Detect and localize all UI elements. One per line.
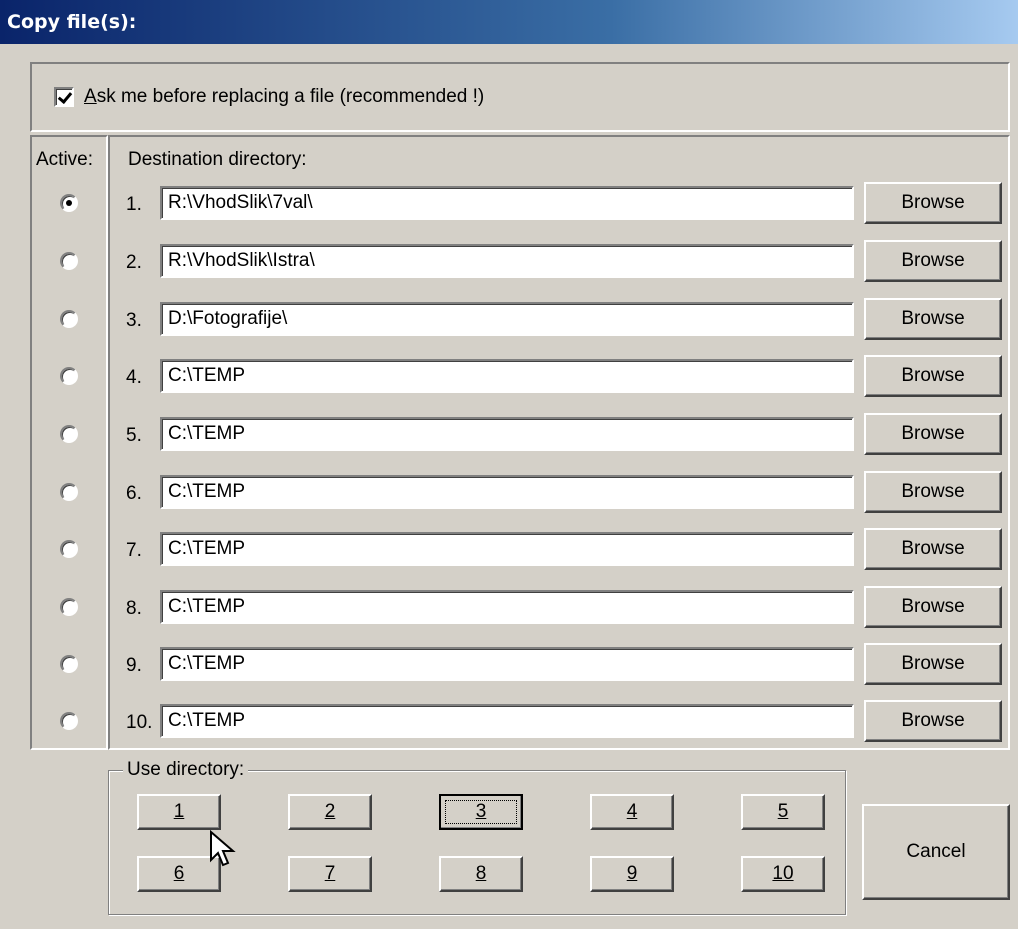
active-radio-2[interactable]: [60, 252, 78, 270]
active-radio-7[interactable]: [60, 540, 78, 558]
ask-before-replace-checkbox[interactable]: [54, 87, 74, 107]
options-panel: Ask me before replacing a file (recommen…: [30, 62, 1010, 132]
row-number: 1.: [126, 194, 142, 215]
destination-path-input-6[interactable]: C:\TEMP: [160, 475, 854, 509]
active-radio-1[interactable]: [60, 194, 78, 212]
destination-header: Destination directory:: [128, 149, 307, 170]
use-directory-button-7[interactable]: 7: [288, 856, 372, 892]
destination-path-input-8[interactable]: C:\TEMP: [160, 590, 854, 624]
browse-button-4[interactable]: Browse: [864, 355, 1002, 397]
cancel-button[interactable]: Cancel: [862, 804, 1010, 900]
window-title: Copy file(s):: [7, 11, 137, 33]
use-directory-button-label: 1: [173, 801, 185, 822]
use-directory-button-10[interactable]: 10: [741, 856, 825, 892]
active-radio-10[interactable]: [60, 712, 78, 730]
destination-path-input-5[interactable]: C:\TEMP: [160, 417, 854, 451]
use-directory-button-label: 9: [626, 863, 638, 884]
use-directory-button-4[interactable]: 4: [590, 794, 674, 830]
destination-path-input-4[interactable]: C:\TEMP: [160, 359, 854, 393]
use-directory-button-label: 10: [772, 863, 794, 884]
destination-path-input-1[interactable]: R:\VhodSlik\7val\: [160, 186, 854, 220]
use-directory-button-3[interactable]: 3: [439, 794, 523, 830]
browse-button-9[interactable]: Browse: [864, 643, 1002, 685]
use-directory-button-9[interactable]: 9: [590, 856, 674, 892]
use-directory-button-label: 8: [475, 863, 487, 884]
use-directory-button-label: 6: [173, 863, 185, 884]
browse-button-5[interactable]: Browse: [864, 413, 1002, 455]
use-directory-button-2[interactable]: 2: [288, 794, 372, 830]
use-directory-button-8[interactable]: 8: [439, 856, 523, 892]
ask-before-replace-row[interactable]: Ask me before replacing a file (recommen…: [54, 86, 484, 108]
browse-button-10[interactable]: Browse: [864, 700, 1002, 742]
active-radio-4[interactable]: [60, 367, 78, 385]
destination-path-input-2[interactable]: R:\VhodSlik\Istra\: [160, 244, 854, 278]
active-header: Active:: [36, 149, 94, 170]
destination-path-input-10[interactable]: C:\TEMP: [160, 704, 854, 738]
row-number: 7.: [126, 540, 142, 561]
destination-path-input-9[interactable]: C:\TEMP: [160, 647, 854, 681]
active-radio-9[interactable]: [60, 655, 78, 673]
use-directory-button-label: 4: [626, 801, 638, 822]
row-number: 6.: [126, 483, 142, 504]
destination-path-input-7[interactable]: C:\TEMP: [160, 532, 854, 566]
row-number: 2.: [126, 252, 142, 273]
row-number: 10.: [126, 712, 153, 733]
use-directory-button-label: 5: [777, 801, 789, 822]
active-column: Active:: [30, 135, 108, 750]
browse-button-2[interactable]: Browse: [864, 240, 1002, 282]
active-radio-3[interactable]: [60, 310, 78, 328]
browse-button-7[interactable]: Browse: [864, 528, 1002, 570]
browse-button-8[interactable]: Browse: [864, 586, 1002, 628]
use-directory-button-label: 2: [324, 801, 336, 822]
title-bar: Copy file(s):: [0, 0, 1018, 44]
destination-path-input-3[interactable]: D:\Fotografije\: [160, 302, 854, 336]
destination-column: Destination directory: 1. R:\VhodSlik\7va…: [108, 135, 1010, 750]
use-directory-button-label: 7: [324, 863, 336, 884]
active-radio-6[interactable]: [60, 483, 78, 501]
ask-before-replace-label[interactable]: Ask me before replacing a file (recommen…: [84, 86, 484, 108]
active-radio-8[interactable]: [60, 598, 78, 616]
row-number: 5.: [126, 425, 142, 446]
row-number: 3.: [126, 310, 142, 331]
use-directory-label: Use directory:: [123, 759, 249, 781]
row-number: 4.: [126, 367, 142, 388]
row-number: 9.: [126, 655, 142, 676]
use-directory-button-label: 3: [475, 801, 487, 822]
browse-button-3[interactable]: Browse: [864, 298, 1002, 340]
active-radio-5[interactable]: [60, 425, 78, 443]
mouse-pointer-icon: [210, 830, 236, 867]
browse-button-1[interactable]: Browse: [864, 182, 1002, 224]
use-directory-button-1[interactable]: 1: [137, 794, 221, 830]
browse-button-6[interactable]: Browse: [864, 471, 1002, 513]
row-number: 8.: [126, 598, 142, 619]
use-directory-button-5[interactable]: 5: [741, 794, 825, 830]
